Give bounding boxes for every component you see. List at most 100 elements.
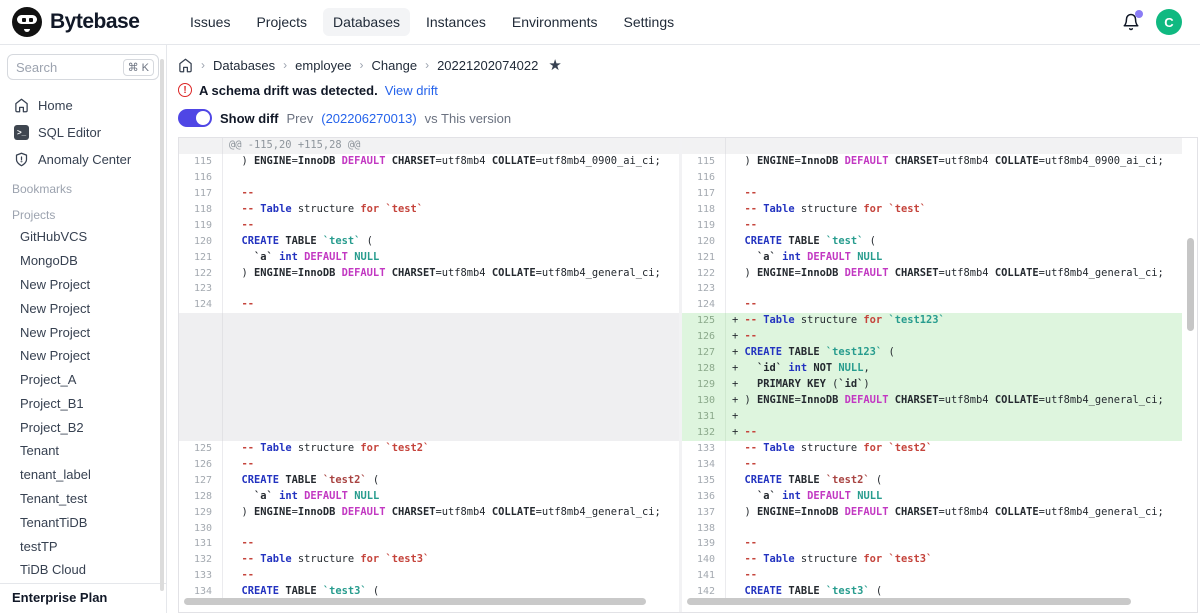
nav-item-environments[interactable]: Environments: [502, 8, 608, 36]
user-avatar[interactable]: C: [1156, 9, 1182, 35]
project-item[interactable]: testTP: [0, 534, 166, 558]
line-content: [726, 138, 1182, 154]
diff-line: 129+ PRIMARY KEY (`id`): [682, 377, 1182, 393]
nav-item-issues[interactable]: Issues: [180, 8, 240, 36]
breadcrumb-item[interactable]: Databases: [213, 58, 275, 73]
line-number: 123: [179, 281, 223, 297]
diff-line: 117 --: [179, 186, 679, 202]
diff-placeholder-line: [179, 361, 679, 377]
diff-line: 140 -- Table structure for `test3`: [682, 552, 1182, 568]
project-item[interactable]: New Project: [0, 320, 166, 344]
line-content: --: [223, 568, 679, 584]
line-content: ) ENGINE=InnoDB DEFAULT CHARSET=utf8mb4 …: [223, 266, 679, 282]
brand-name: Bytebase: [50, 10, 139, 34]
nav-item-databases[interactable]: Databases: [323, 8, 410, 36]
section-label-projects: Projects: [0, 199, 166, 225]
project-item[interactable]: New Project: [0, 273, 166, 297]
sidebar-item-home[interactable]: Home: [0, 92, 166, 119]
sidebar-scrollbar[interactable]: [160, 59, 164, 591]
line-number: 139: [682, 536, 726, 552]
line-content: ) ENGINE=InnoDB DEFAULT CHARSET=utf8mb4 …: [223, 505, 679, 521]
show-diff-toggle[interactable]: [178, 109, 212, 127]
diff-hunk-header: [682, 138, 1182, 154]
project-item[interactable]: Project_B2: [0, 415, 166, 439]
line-number: 126: [179, 457, 223, 473]
diff-placeholder-line: [179, 393, 679, 409]
project-item[interactable]: TenantTiDB: [0, 510, 166, 534]
sidebar-item-sql-editor[interactable]: >_SQL Editor: [0, 119, 166, 146]
horizontal-scrollbar-right[interactable]: [687, 598, 1131, 605]
project-item[interactable]: TiDB Cloud: [0, 558, 166, 582]
line-content: ) ENGINE=InnoDB DEFAULT CHARSET=utf8mb4 …: [726, 266, 1182, 282]
line-content: -- Table structure for `test3`: [726, 552, 1182, 568]
line-number: 131: [179, 536, 223, 552]
project-item[interactable]: Tenant_test: [0, 487, 166, 511]
diff-hunk-header: @@ -115,20 +115,28 @@: [179, 138, 679, 154]
line-content: -- Table structure for `test2`: [726, 441, 1182, 457]
line-number: [179, 345, 223, 361]
diff-line: 122 ) ENGINE=InnoDB DEFAULT CHARSET=utf8…: [179, 266, 679, 282]
line-content: [223, 281, 679, 297]
line-content: [223, 377, 679, 393]
line-content: --: [726, 297, 1182, 313]
sidebar-nav: Home>_SQL Editor Anomaly Center: [0, 92, 166, 173]
line-number: [179, 425, 223, 441]
vertical-scrollbar[interactable]: [1187, 238, 1194, 331]
line-content: --: [223, 297, 679, 313]
diff-placeholder-line: [179, 409, 679, 425]
diff-line: 126+ --: [682, 329, 1182, 345]
line-number: 135: [682, 473, 726, 489]
search-input[interactable]: Search ⌘ K: [7, 54, 159, 80]
diff-line: 133 --: [179, 568, 679, 584]
line-number: 130: [179, 521, 223, 537]
project-item[interactable]: GitHubVCS: [0, 225, 166, 249]
prev-version-link[interactable]: (202206270013): [321, 111, 416, 126]
notification-bell-button[interactable]: [1122, 13, 1140, 31]
line-content: -- Table structure for `test2`: [223, 441, 679, 457]
project-item[interactable]: tenant_label: [0, 463, 166, 487]
diff-line: 117 --: [682, 186, 1182, 202]
diff-line: 125+ -- Table structure for `test123`: [682, 313, 1182, 329]
nav-item-projects[interactable]: Projects: [246, 8, 317, 36]
diff-line: 127+ CREATE TABLE `test123` (: [682, 345, 1182, 361]
horizontal-scrollbar-left[interactable]: [184, 598, 646, 605]
search-placeholder: Search: [16, 60, 119, 75]
breadcrumb-item[interactable]: 20221202074022: [437, 58, 538, 73]
breadcrumb-separator: ›: [201, 58, 205, 72]
breadcrumb-item[interactable]: employee: [295, 58, 351, 73]
nav-item-settings[interactable]: Settings: [614, 8, 685, 36]
line-number: 119: [179, 218, 223, 234]
diff-line: 127 CREATE TABLE `test2` (: [179, 473, 679, 489]
home-breadcrumb-icon[interactable]: [178, 58, 193, 73]
line-content: `a` int DEFAULT NULL: [223, 489, 679, 505]
diff-pane-previous: @@ -115,20 +115,28 @@115 ) ENGINE=InnoDB…: [179, 138, 682, 612]
breadcrumb: ›Databases›employee›Change›2022120207402…: [178, 53, 1198, 77]
diff-line: 133 -- Table structure for `test2`: [682, 441, 1182, 457]
line-content: [223, 425, 679, 441]
sidebar-item-label: SQL Editor: [38, 125, 101, 140]
line-content: `a` int DEFAULT NULL: [223, 250, 679, 266]
diff-line: 134 --: [682, 457, 1182, 473]
project-item[interactable]: MongoDB: [0, 249, 166, 273]
line-number: 115: [682, 154, 726, 170]
project-item[interactable]: Tenant: [0, 439, 166, 463]
view-drift-link[interactable]: View drift: [385, 83, 438, 98]
line-number: [179, 377, 223, 393]
line-content: CREATE TABLE `test2` (: [726, 473, 1182, 489]
line-number: 118: [682, 202, 726, 218]
bytebase-brand[interactable]: Bytebase: [12, 7, 170, 37]
project-item[interactable]: Project_A: [0, 368, 166, 392]
line-content: -- Table structure for `test3`: [223, 552, 679, 568]
star-bookmark-icon[interactable]: ★: [548, 56, 561, 74]
nav-item-instances[interactable]: Instances: [416, 8, 496, 36]
project-item[interactable]: New Project: [0, 344, 166, 368]
sidebar-item-label: Anomaly Center: [38, 152, 131, 167]
project-item[interactable]: New Project: [0, 296, 166, 320]
project-item[interactable]: Project_B1: [0, 391, 166, 415]
breadcrumb-item[interactable]: Change: [372, 58, 418, 73]
line-number: 118: [179, 202, 223, 218]
diff-line: 130: [179, 521, 679, 537]
line-content: --: [726, 568, 1182, 584]
sidebar-item-anomaly-center[interactable]: Anomaly Center: [0, 146, 166, 173]
line-content: @@ -115,20 +115,28 @@: [223, 138, 679, 154]
